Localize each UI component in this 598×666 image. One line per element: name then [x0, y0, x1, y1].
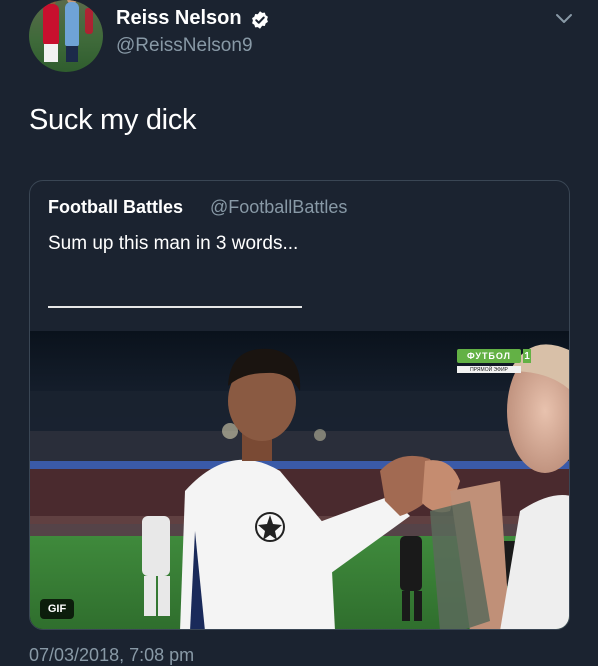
avatar-figure — [44, 44, 58, 62]
chevron-down-icon[interactable] — [554, 12, 574, 26]
avatar-figure — [66, 46, 78, 62]
broadcaster-logo-number: 1 — [523, 349, 531, 363]
verified-badge-icon — [252, 11, 268, 29]
quoted-author-handle: @FootballBattles — [210, 197, 348, 217]
answer-underline — [48, 306, 302, 308]
quoted-media-gif[interactable]: ФУТБОЛ 1 ПРЯМОЙ ЭФИР GIF — [30, 331, 569, 629]
avatar-figure — [85, 8, 93, 34]
avatar-figure — [65, 2, 79, 46]
broadcaster-logo-subtext: ПРЯМОЙ ЭФИР — [457, 366, 521, 373]
tweet-timestamp[interactable]: 07/03/2018, 7:08 pm — [29, 645, 194, 666]
quoted-tweet-text: Sum up this man in 3 words... — [48, 233, 299, 254]
gif-badge: GIF — [40, 599, 74, 619]
author-handle[interactable]: @ReissNelson9 — [116, 35, 253, 57]
quoted-author-name: Football Battles — [48, 197, 184, 217]
broadcaster-logo-text: ФУТБОЛ — [457, 349, 521, 363]
tweet-text: Suck my dick — [29, 104, 197, 136]
author-name[interactable]: Reiss Nelson — [116, 7, 242, 30]
broadcaster-logo: ФУТБОЛ 1 ПРЯМОЙ ЭФИР — [457, 349, 531, 377]
avatar[interactable] — [29, 0, 103, 72]
avatar-figure — [43, 4, 59, 44]
quoted-tweet[interactable]: Football Battles @FootballBattles Sum up… — [29, 180, 570, 630]
